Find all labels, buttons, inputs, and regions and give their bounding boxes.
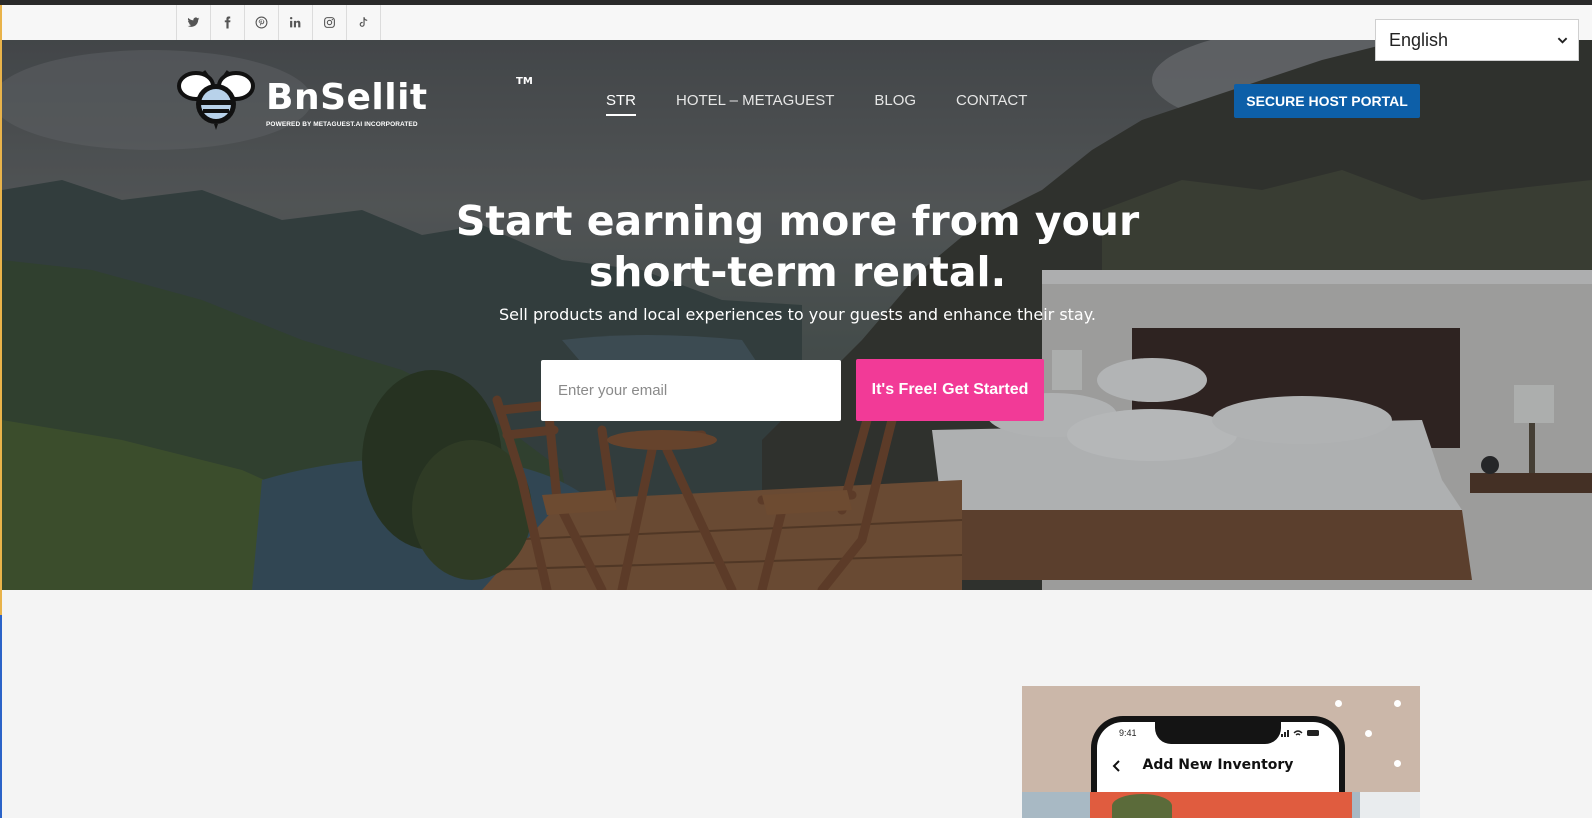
social-links [176, 5, 381, 40]
app-preview-card: 9:41 Add New Inventory [1022, 686, 1420, 792]
photo-light-object [1360, 792, 1420, 818]
trademark-symbol: TM [516, 76, 533, 87]
instagram-icon[interactable] [313, 5, 347, 40]
phone-notch [1155, 722, 1281, 744]
headline-line-1: Start earning more from your [455, 197, 1140, 245]
chevron-down-icon [1557, 37, 1568, 44]
phone-time: 9:41 [1119, 728, 1137, 738]
twitter-icon[interactable] [177, 5, 211, 40]
facebook-icon[interactable] [211, 5, 245, 40]
decor-dot [1394, 700, 1401, 707]
bee-logo-icon [177, 70, 255, 130]
tiktok-icon[interactable] [347, 5, 381, 40]
app-screen-title: Add New Inventory [1142, 757, 1294, 773]
logo-tagline: POWERED BY METAGUEST.AI INCORPORATED [266, 121, 418, 128]
headline-line-2: short-term rental. [588, 248, 1007, 296]
email-input[interactable] [541, 360, 841, 421]
photo-leaf [1112, 794, 1172, 818]
decor-dot [1335, 700, 1342, 707]
get-started-button[interactable]: It's Free! Get Started [856, 359, 1044, 421]
secure-host-portal-button[interactable]: SECURE HOST PORTAL [1234, 84, 1420, 118]
decor-dot [1365, 730, 1372, 737]
signal-wifi-battery-icon [1281, 730, 1319, 737]
brand-logo[interactable]: BnSellit TM POWERED BY METAGUEST.AI INCO… [176, 70, 533, 130]
decor-dot [1394, 760, 1401, 767]
language-select[interactable]: English [1375, 19, 1579, 61]
phone-screen: 9:41 Add New Inventory [1097, 722, 1339, 792]
main-nav: STR HOTEL – METAGUEST BLOG CONTACT [606, 92, 1027, 116]
nav-item-hotel-metaguest[interactable]: HOTEL – METAGUEST [676, 92, 834, 116]
linkedin-icon[interactable] [279, 5, 313, 40]
nav-item-blog[interactable]: BLOG [874, 92, 916, 116]
app-preview-photo [1022, 792, 1420, 818]
hero-headline: Start earning more from your short-term … [400, 196, 1195, 298]
nav-item-contact[interactable]: CONTACT [956, 92, 1027, 116]
pinterest-icon[interactable] [245, 5, 279, 40]
language-selected: English [1389, 29, 1449, 50]
hero-subheadline: Sell products and local experiences to y… [498, 305, 1096, 324]
logo-brand-text: BnSellit [266, 77, 428, 118]
nav-item-str[interactable]: STR [606, 92, 636, 116]
phone-mockup: 9:41 Add New Inventory [1091, 716, 1345, 792]
logo-wordmark: BnSellit TM POWERED BY METAGUEST.AI INCO… [266, 70, 533, 128]
social-bar [2, 5, 1592, 41]
